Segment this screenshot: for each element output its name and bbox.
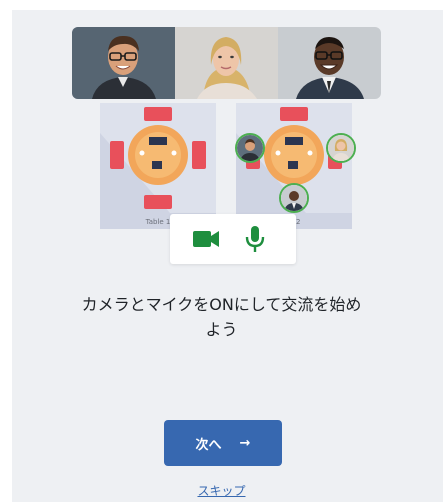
- seated-avatar-1: [235, 133, 265, 163]
- seated-avatar-3: [279, 183, 309, 213]
- device-toggle-bar: [170, 214, 296, 264]
- participant-photo-1: [72, 27, 175, 99]
- video-camera-icon[interactable]: [192, 228, 220, 250]
- round-table-illustration: [100, 107, 216, 229]
- next-button-label: 次へ: [195, 437, 222, 453]
- skip-link[interactable]: スキップ: [0, 482, 443, 499]
- microphone-icon[interactable]: [244, 224, 266, 254]
- onboarding-message: カメラとマイクをONにして交流を始め よう: [40, 292, 403, 342]
- seated-avatar-2: [326, 133, 356, 163]
- onboarding-message-line-2: よう: [205, 320, 238, 339]
- participant-photo-3: [278, 27, 381, 99]
- onboarding-message-line-1: カメラとマイクをONにして交流を始め: [81, 295, 362, 314]
- table-room-1: Table 1: [100, 103, 216, 229]
- participants-photo-strip: [72, 27, 381, 99]
- arrow-right-icon: →: [239, 435, 251, 451]
- participant-photo-2: [175, 27, 278, 99]
- next-button[interactable]: 次へ →: [164, 420, 282, 466]
